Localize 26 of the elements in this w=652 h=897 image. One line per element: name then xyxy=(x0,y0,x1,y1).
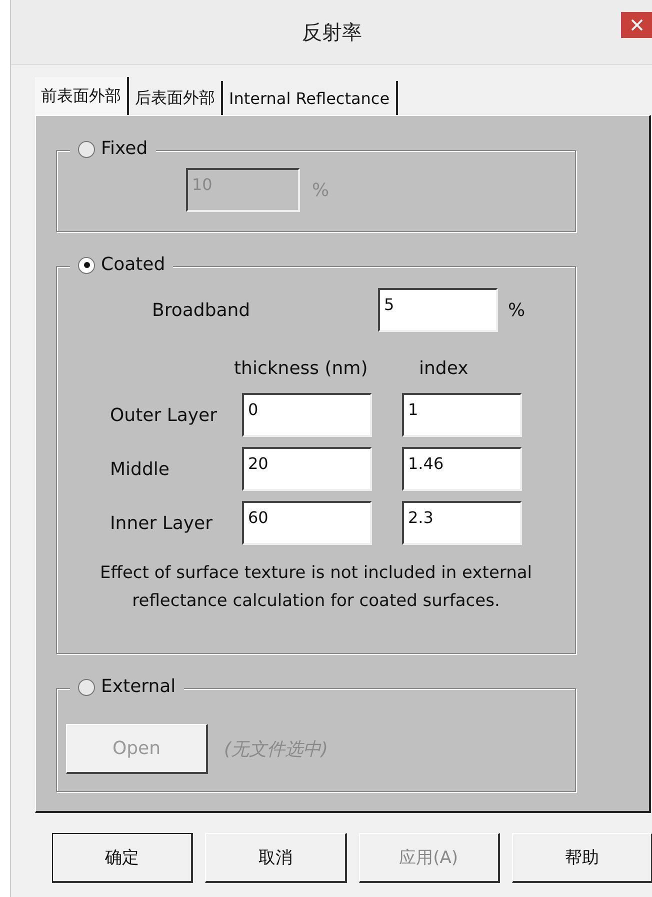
window-title: 反射率 xyxy=(302,18,362,46)
option-label: Fixed xyxy=(101,137,148,161)
column-header: index xyxy=(419,358,468,379)
coating-note: Effect of surface texture is not included in external reflectance calculation for coated surfaces. xyxy=(98,562,534,613)
close-button[interactable] xyxy=(621,12,652,38)
index-field[interactable]: 2.3 xyxy=(402,501,522,545)
layer-label: Inner Layer xyxy=(110,512,214,534)
index-field[interactable]: 1.46 xyxy=(402,447,522,491)
option-label: Coated xyxy=(101,253,166,277)
tab[interactable]: 前表面外部 xyxy=(35,77,129,115)
broadband-field[interactable]: 5 xyxy=(378,288,498,332)
layer-label: Outer Layer xyxy=(110,404,218,426)
option-label: External xyxy=(101,675,176,699)
dialog-button[interactable]: 取消 xyxy=(205,833,346,883)
thickness-field[interactable]: 0 xyxy=(242,393,372,437)
dialog-button[interactable]: 确定 xyxy=(52,833,194,883)
percent-unit: % xyxy=(508,300,526,320)
thickness-field[interactable]: 60 xyxy=(242,501,372,545)
dialog-button[interactable]: 帮助 xyxy=(512,833,652,883)
broadband-label: Broadband xyxy=(152,300,252,320)
percent-unit: % xyxy=(312,180,330,200)
layer-label: Middle xyxy=(110,458,170,480)
radio-button[interactable] xyxy=(78,256,95,274)
thickness-field[interactable]: 20 xyxy=(242,447,372,491)
column-header: thickness (nm) xyxy=(234,358,369,379)
index-field[interactable]: 1 xyxy=(402,393,522,437)
